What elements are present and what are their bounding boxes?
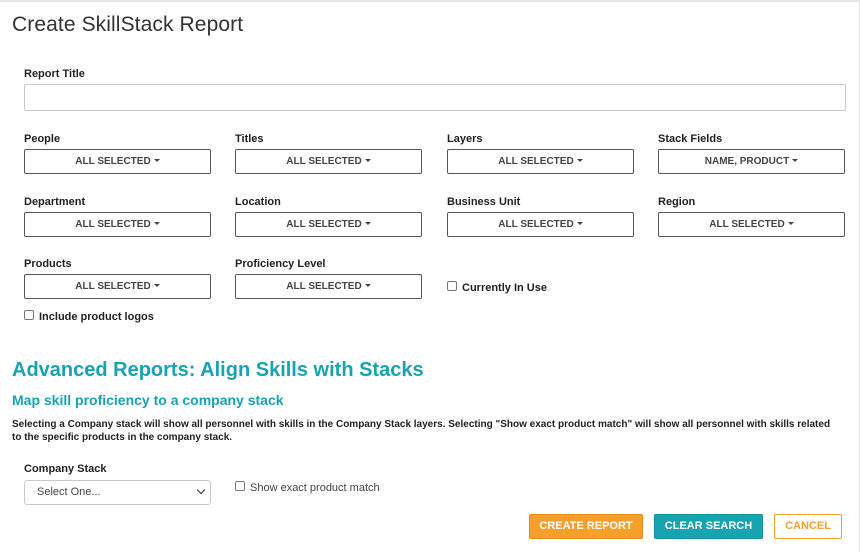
chevron-down-icon (196, 485, 206, 495)
department-value: ALL SELECTED (75, 219, 151, 230)
page-title: Create SkillStack Report (12, 13, 244, 36)
titles-dropdown[interactable]: ALL SELECTED (235, 149, 422, 174)
department-label: Department (24, 196, 86, 208)
create-report-button[interactable]: CREATE REPORT (529, 514, 643, 539)
exact-match-label: Show exact product match (250, 482, 380, 494)
advanced-title: Advanced Reports: Align Skills with Stac… (12, 359, 424, 381)
location-label: Location (235, 196, 281, 208)
products-value: ALL SELECTED (75, 281, 151, 292)
proficiency-label: Proficiency Level (235, 258, 326, 270)
company-stack-value: Select One... (37, 486, 101, 498)
department-dropdown[interactable]: ALL SELECTED (24, 212, 211, 237)
clear-search-button[interactable]: CLEAR SEARCH (654, 514, 763, 539)
caret-down-icon (364, 158, 371, 162)
layers-dropdown[interactable]: ALL SELECTED (447, 149, 634, 174)
include-logos-label: Include product logos (39, 311, 154, 323)
products-dropdown[interactable]: ALL SELECTED (24, 274, 211, 299)
location-value: ALL SELECTED (286, 219, 362, 230)
stack-fields-dropdown[interactable]: NAME, PRODUCT (658, 149, 845, 174)
caret-down-icon (576, 158, 583, 162)
company-stack-label: Company Stack (24, 463, 107, 475)
products-label: Products (24, 258, 72, 270)
advanced-description: Selecting a Company stack will show all … (12, 419, 831, 443)
caret-down-icon (792, 158, 799, 162)
people-value: ALL SELECTED (75, 156, 151, 167)
report-title-label: Report Title (24, 68, 85, 80)
layers-value: ALL SELECTED (498, 156, 574, 167)
stack-fields-label: Stack Fields (658, 133, 723, 145)
region-dropdown[interactable]: ALL SELECTED (658, 212, 845, 237)
caret-down-icon (787, 221, 794, 225)
layers-label: Layers (447, 133, 483, 145)
caret-down-icon (153, 283, 160, 287)
people-dropdown[interactable]: ALL SELECTED (24, 149, 211, 174)
business-unit-label: Business Unit (447, 196, 521, 208)
location-dropdown[interactable]: ALL SELECTED (235, 212, 422, 237)
include-logos-checkbox[interactable] (24, 310, 34, 320)
region-value: ALL SELECTED (709, 219, 785, 230)
titles-label: Titles (235, 133, 264, 145)
people-label: People (24, 133, 61, 145)
caret-down-icon (153, 158, 160, 162)
cancel-button[interactable]: CANCEL (774, 514, 842, 539)
proficiency-value: ALL SELECTED (286, 281, 362, 292)
business-unit-dropdown[interactable]: ALL SELECTED (447, 212, 634, 237)
report-title-input[interactable] (24, 84, 846, 111)
caret-down-icon (364, 221, 371, 225)
business-unit-value: ALL SELECTED (498, 219, 574, 230)
stack-fields-value: NAME, PRODUCT (704, 156, 790, 167)
currently-in-use-checkbox[interactable] (447, 281, 457, 291)
caret-down-icon (576, 221, 583, 225)
titles-value: ALL SELECTED (286, 156, 362, 167)
advanced-subtitle: Map skill proficiency to a company stack (12, 392, 284, 408)
caret-down-icon (364, 283, 371, 287)
exact-match-checkbox[interactable] (235, 481, 245, 491)
company-stack-select[interactable]: Select One... (24, 480, 211, 505)
region-label: Region (658, 196, 696, 208)
currently-in-use-label: Currently In Use (462, 282, 547, 294)
caret-down-icon (153, 221, 160, 225)
proficiency-dropdown[interactable]: ALL SELECTED (235, 274, 422, 299)
